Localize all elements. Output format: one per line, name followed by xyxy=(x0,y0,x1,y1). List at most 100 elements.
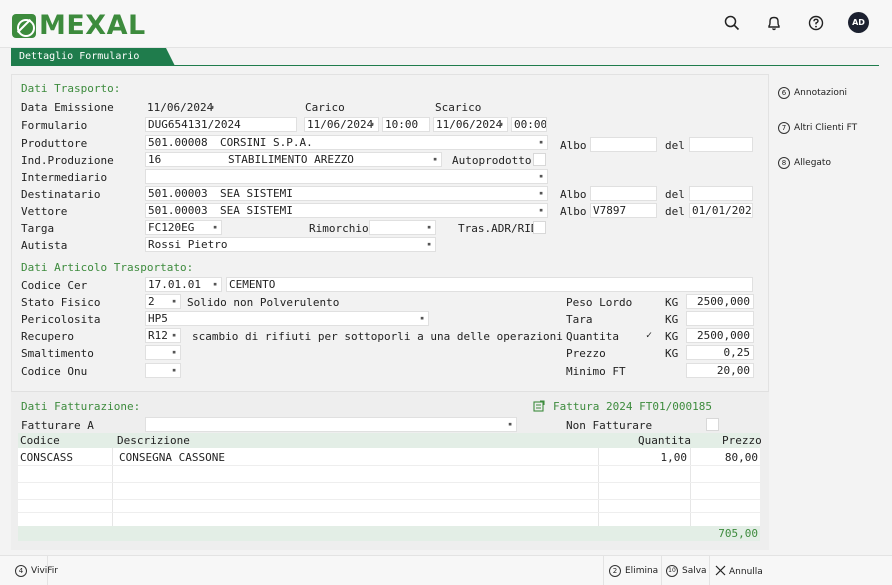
data-emissione-dropdown-icon[interactable]: ▪ xyxy=(210,100,214,115)
destinatario-del-field[interactable] xyxy=(689,186,753,201)
recupero-label: Recupero xyxy=(21,330,74,343)
codice-cer-dropdown-icon[interactable]: ▪ xyxy=(213,277,217,292)
help-icon[interactable] xyxy=(805,12,827,34)
table-footer: 705,00 xyxy=(18,526,760,541)
stato-fisico-dropdown-icon[interactable]: ▪ xyxy=(172,294,176,309)
destinatario-dropdown-icon[interactable]: ▪ xyxy=(539,186,543,201)
vettore-field[interactable]: 501.00003 SEA SISTEMI xyxy=(145,203,548,218)
peso-lordo-field[interactable]: 2500,000 xyxy=(686,294,754,309)
ind-produzione-dropdown-icon[interactable]: ▪ xyxy=(433,152,437,167)
minimo-ft-field[interactable]: 20,00 xyxy=(686,363,754,378)
tras-adr-checkbox[interactable] xyxy=(533,221,546,234)
vettore-del-field[interactable]: 01/01/2023 xyxy=(689,203,753,218)
elimina-button[interactable]: 2 Elimina xyxy=(609,565,658,577)
carico-ora-field[interactable]: 10:00 xyxy=(382,117,430,132)
smaltimento-dropdown-icon[interactable]: ▪ xyxy=(172,345,176,360)
col-descrizione[interactable]: Descrizione xyxy=(117,434,190,447)
vettore-label: Vettore xyxy=(21,205,68,218)
fattura-link[interactable]: Fattura 2024 FT01/000185 xyxy=(553,400,712,413)
vivifir-label: ViviFir xyxy=(31,566,59,576)
minimo-ft-label: Minimo FT xyxy=(566,365,626,378)
tara-field[interactable] xyxy=(686,311,754,326)
vettore-albo-label: Albo xyxy=(560,205,587,218)
bell-icon[interactable] xyxy=(763,12,785,34)
targa-field[interactable]: FC120EG xyxy=(145,220,222,235)
scarico-label: Scarico xyxy=(435,101,482,114)
intermediario-label: Intermediario xyxy=(21,171,108,184)
pericolosita-dropdown-icon[interactable]: ▪ xyxy=(420,311,424,326)
quantita-check-icon[interactable]: ✓ xyxy=(646,330,652,341)
codice-cer-desc-field[interactable]: CEMENTO xyxy=(226,277,753,292)
non-fatturare-checkbox[interactable] xyxy=(706,418,719,431)
recupero-dropdown-icon[interactable]: ▪ xyxy=(172,328,176,343)
produttore-albo-field[interactable] xyxy=(590,137,657,152)
righe-table: Codice Descrizione Quantita Prezzo CONSC… xyxy=(18,433,762,541)
produttore-del-field[interactable] xyxy=(689,137,753,152)
pericolosita-field[interactable]: HP5 xyxy=(145,311,429,326)
destinatario-field[interactable]: 501.00003 SEA SISTEMI xyxy=(145,186,548,201)
codice-cer-field[interactable]: 17.01.01 xyxy=(145,277,222,292)
produttore-dropdown-icon[interactable]: ▪ xyxy=(539,135,543,150)
quantita-field[interactable]: 2500,000 xyxy=(686,328,754,343)
fatturare-a-dropdown-icon[interactable]: ▪ xyxy=(508,417,512,432)
logo-icon xyxy=(12,13,36,38)
tara-unit: KG xyxy=(665,313,679,326)
smaltimento-label: Smaltimento xyxy=(21,347,94,360)
allegato-button[interactable]: 8 Allegato xyxy=(778,157,831,169)
autista-field[interactable]: Rossi Pietro xyxy=(145,237,436,252)
targa-dropdown-icon[interactable]: ▪ xyxy=(213,220,217,235)
section-dati-trasporto: Dati Trasporto: xyxy=(21,82,121,95)
produttore-albo-label: Albo xyxy=(560,139,587,152)
vettore-codice: 501.00003 xyxy=(148,204,208,217)
ind-produzione-field[interactable]: 16 STABILIMENTO AREZZO xyxy=(145,152,442,167)
rimorchio-field[interactable] xyxy=(369,220,436,235)
formulario-field[interactable]: DUG654131/2024 xyxy=(145,117,297,132)
logo-text: MEXAL xyxy=(39,10,146,41)
rimorchio-dropdown-icon[interactable]: ▪ xyxy=(427,220,431,235)
carico-data-field[interactable]: 11/06/2024 xyxy=(304,117,379,132)
annulla-label: Annulla xyxy=(729,567,763,577)
data-emissione-label: Data Emissione xyxy=(21,101,114,114)
pericolosita-label: Pericolosita xyxy=(21,313,101,326)
peso-lordo-unit: KG xyxy=(665,296,679,309)
ind-produzione-label: Ind.Produzione xyxy=(21,154,114,167)
destinatario-del-label: del xyxy=(665,188,685,201)
col-prezzo[interactable]: Prezzo xyxy=(722,434,762,447)
scarico-data-field[interactable]: 11/06/2024 xyxy=(433,117,508,132)
destinatario-label: Destinatario xyxy=(21,188,101,201)
intermediario-dropdown-icon[interactable]: ▪ xyxy=(539,169,543,184)
app-logo[interactable]: MEXAL xyxy=(12,10,146,41)
annotazioni-key-icon: 6 xyxy=(778,87,790,99)
tab-underline xyxy=(11,65,879,66)
intermediario-field[interactable] xyxy=(145,169,548,184)
tab-dettaglio-formulario[interactable]: Dettaglio Formulario [146] xyxy=(11,48,175,66)
allegato-key-icon: 8 xyxy=(778,157,790,169)
prezzo-field[interactable]: 0,25 xyxy=(686,345,754,360)
data-emissione-value[interactable]: 11/06/2024 xyxy=(147,101,213,114)
produttore-field[interactable]: 501.00008 CORSINI S.P.A. xyxy=(145,135,548,150)
salva-key-icon: 10 xyxy=(666,565,678,577)
scarico-ora-field[interactable]: 00:00 xyxy=(511,117,547,132)
destinatario-nome: SEA SISTEMI xyxy=(220,187,293,200)
annulla-button[interactable]: Annulla xyxy=(715,565,763,579)
col-codice[interactable]: Codice xyxy=(20,434,60,447)
fatturare-a-field[interactable] xyxy=(145,417,517,432)
vettore-albo-field[interactable]: V7897 xyxy=(590,203,657,218)
codice-onu-dropdown-icon[interactable]: ▪ xyxy=(172,363,176,378)
section-dati-fatturazione: Dati Fatturazione: xyxy=(21,400,141,413)
autoprodotto-checkbox[interactable] xyxy=(533,153,546,166)
search-icon[interactable] xyxy=(721,12,743,34)
carico-label: Carico xyxy=(305,101,345,114)
avatar[interactable]: AD xyxy=(848,12,869,33)
carico-data-dropdown-icon[interactable]: ▪ xyxy=(370,117,374,132)
vivifir-button[interactable]: 4 ViviFir xyxy=(15,565,58,577)
destinatario-albo-field[interactable] xyxy=(590,186,657,201)
annotazioni-button[interactable]: 6 Annotazioni xyxy=(778,87,847,99)
scarico-data-dropdown-icon[interactable]: ▪ xyxy=(499,117,503,132)
col-quantita[interactable]: Quantita xyxy=(638,434,691,447)
vettore-dropdown-icon[interactable]: ▪ xyxy=(539,203,543,218)
autista-dropdown-icon[interactable]: ▪ xyxy=(427,237,431,252)
altri-clienti-ft-button[interactable]: 7 Altri Clienti FT xyxy=(778,122,857,134)
altri-clienti-key-icon: 7 xyxy=(778,122,790,134)
salva-button[interactable]: 10 Salva xyxy=(666,565,707,577)
